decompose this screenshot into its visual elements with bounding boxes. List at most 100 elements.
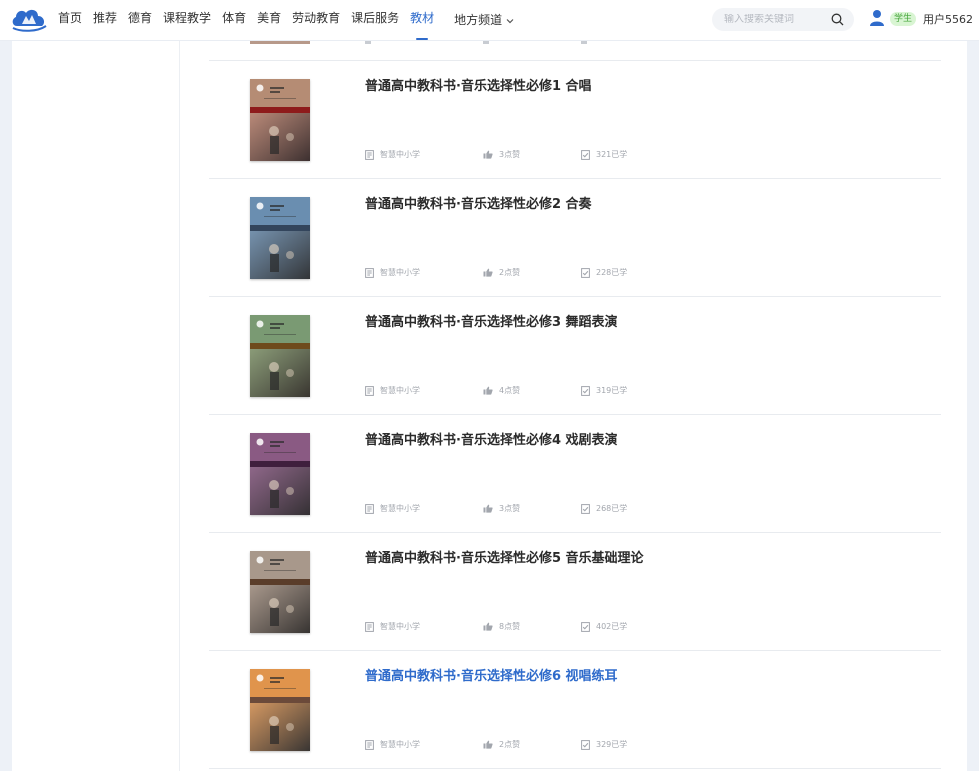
learned-icon [581, 385, 590, 396]
chevron-down-icon [506, 18, 514, 23]
top-header: 首页推荐德育课程教学体育美育劳动教育课后服务教材 地方频道 学生 用户5562 [0, 0, 979, 41]
book-list-item[interactable]: 普通高中教科书·音乐选择性必修3 舞蹈表演智慧中小学 4点赞 319已学 [209, 297, 941, 415]
search-box [712, 8, 854, 31]
nav-item-7[interactable]: 课后服务 [351, 0, 399, 41]
user-avatar-icon[interactable] [869, 9, 885, 27]
thumb-up-icon [483, 622, 493, 631]
book-list-item[interactable]: 普通高中教科书·音乐选择性必修5 音乐基础理论智慧中小学 8点赞 402已学 [209, 533, 941, 651]
learners-label: 321已学 [596, 150, 628, 159]
nav-item-5[interactable]: 美育 [257, 0, 281, 41]
nav-item-1[interactable]: 推荐 [93, 0, 117, 41]
cover-art [250, 79, 310, 161]
publisher-icon [365, 503, 374, 514]
learned-icon [581, 149, 590, 160]
publisher-icon [365, 739, 374, 750]
publisher-label: 智慧中小学 [380, 740, 420, 749]
publisher-icon [365, 621, 374, 632]
learned-icon [581, 621, 590, 632]
partial-meta [581, 41, 587, 44]
book-cover[interactable] [250, 197, 310, 279]
book-likes: 3点赞 [483, 149, 520, 160]
book-likes: 4点赞 [483, 385, 520, 396]
book-publisher: 智慧中小学 [365, 149, 420, 160]
book-likes: 2点赞 [483, 739, 520, 750]
role-badge: 学生 [890, 12, 917, 26]
partial-list-item [209, 41, 941, 61]
book-list-item[interactable]: 普通高中教科书·音乐选择性必修1 合唱智慧中小学 3点赞 321已学 [209, 61, 941, 179]
learners-label: 268已学 [596, 504, 628, 513]
likes-label: 4点赞 [499, 386, 521, 395]
book-cover[interactable] [250, 315, 310, 397]
book-title[interactable]: 普通高中教科书·音乐选择性必修5 音乐基础理论 [365, 547, 644, 566]
publisher-icon [365, 149, 374, 160]
book-publisher: 智慧中小学 [365, 267, 420, 278]
book-learners: 319已学 [581, 385, 627, 396]
book-learners: 228已学 [581, 267, 627, 278]
likes-label: 3点赞 [499, 150, 521, 159]
book-title[interactable]: 普通高中教科书·音乐选择性必修2 合奏 [365, 193, 592, 212]
publisher-label: 智慧中小学 [380, 150, 420, 159]
likes-label: 2点赞 [499, 740, 521, 749]
cover-art [250, 669, 310, 751]
book-learners: 402已学 [581, 621, 627, 632]
thumb-up-icon [483, 504, 493, 513]
thumb-up-icon [483, 150, 493, 159]
cloud-logo-icon[interactable] [11, 6, 47, 32]
likes-label: 3点赞 [499, 504, 521, 513]
thumb-up-icon [483, 268, 493, 277]
book-publisher: 智慧中小学 [365, 503, 420, 514]
book-publisher: 智慧中小学 [365, 621, 420, 632]
nav-item-3[interactable]: 课程教学 [163, 0, 211, 41]
book-learners: 329已学 [581, 739, 627, 750]
learners-label: 402已学 [596, 622, 628, 631]
search-input[interactable] [724, 14, 830, 25]
nav-item-2[interactable]: 德育 [128, 0, 152, 41]
learners-label: 329已学 [596, 740, 628, 749]
book-publisher: 智慧中小学 [365, 739, 420, 750]
book-cover[interactable] [250, 79, 310, 161]
sidebar-divider [179, 41, 180, 771]
learned-icon [581, 267, 590, 278]
thumb-up-icon [483, 386, 493, 395]
book-learners: 268已学 [581, 503, 627, 514]
book-list-item[interactable]: 普通高中教科书·音乐选择性必修6 视唱练耳智慧中小学 2点赞 329已学 [209, 651, 941, 769]
book-learners: 321已学 [581, 149, 627, 160]
likes-label: 2点赞 [499, 268, 521, 277]
book-title[interactable]: 普通高中教科书·音乐选择性必修4 戏剧表演 [365, 429, 618, 448]
cover-art [250, 433, 310, 515]
likes-label: 8点赞 [499, 622, 521, 631]
book-publisher: 智慧中小学 [365, 385, 420, 396]
publisher-label: 智慧中小学 [380, 386, 420, 395]
book-cover[interactable] [250, 669, 310, 751]
search-icon[interactable] [831, 13, 844, 26]
learners-label: 228已学 [596, 268, 628, 277]
cover-art [250, 315, 310, 397]
book-cover[interactable] [250, 433, 310, 515]
username[interactable]: 用户5562 [923, 11, 973, 27]
partial-meta [483, 41, 489, 44]
thumb-up-icon [483, 740, 493, 749]
book-title[interactable]: 普通高中教科书·音乐选择性必修6 视唱练耳 [365, 665, 618, 684]
main-nav: 首页 推荐 德育 课程教学 体育 美育 劳动教育 课后服务 教材 地方频道 [58, 0, 525, 41]
book-title[interactable]: 普通高中教科书·音乐选择性必修3 舞蹈表演 [365, 311, 618, 330]
nav-local-channel-label: 地方频道 [454, 13, 503, 27]
book-likes: 2点赞 [483, 267, 520, 278]
cover-art [250, 551, 310, 633]
book-list-item[interactable]: 普通高中教科书·音乐选择性必修4 戏剧表演智慧中小学 3点赞 268已学 [209, 415, 941, 533]
book-title[interactable]: 普通高中教科书·音乐选择性必修1 合唱 [365, 75, 592, 94]
book-list-item[interactable]: 普通高中教科书·音乐选择性必修2 合奏智慧中小学 2点赞 228已学 [209, 179, 941, 297]
book-cover[interactable] [250, 551, 310, 633]
publisher-label: 智慧中小学 [380, 504, 420, 513]
nav-item-6[interactable]: 劳动教育 [292, 0, 340, 41]
learners-label: 319已学 [596, 386, 628, 395]
nav-item-0[interactable]: 首页 [58, 0, 82, 41]
book-likes: 3点赞 [483, 503, 520, 514]
publisher-icon [365, 267, 374, 278]
nav-item-4[interactable]: 体育 [222, 0, 246, 41]
nav-local-channel[interactable]: 地方频道 [454, 0, 514, 41]
learned-icon [581, 739, 590, 750]
nav-item-8[interactable]: 教材 [410, 0, 434, 41]
cover-art [250, 197, 310, 279]
learned-icon [581, 503, 590, 514]
publisher-label: 智慧中小学 [380, 622, 420, 631]
